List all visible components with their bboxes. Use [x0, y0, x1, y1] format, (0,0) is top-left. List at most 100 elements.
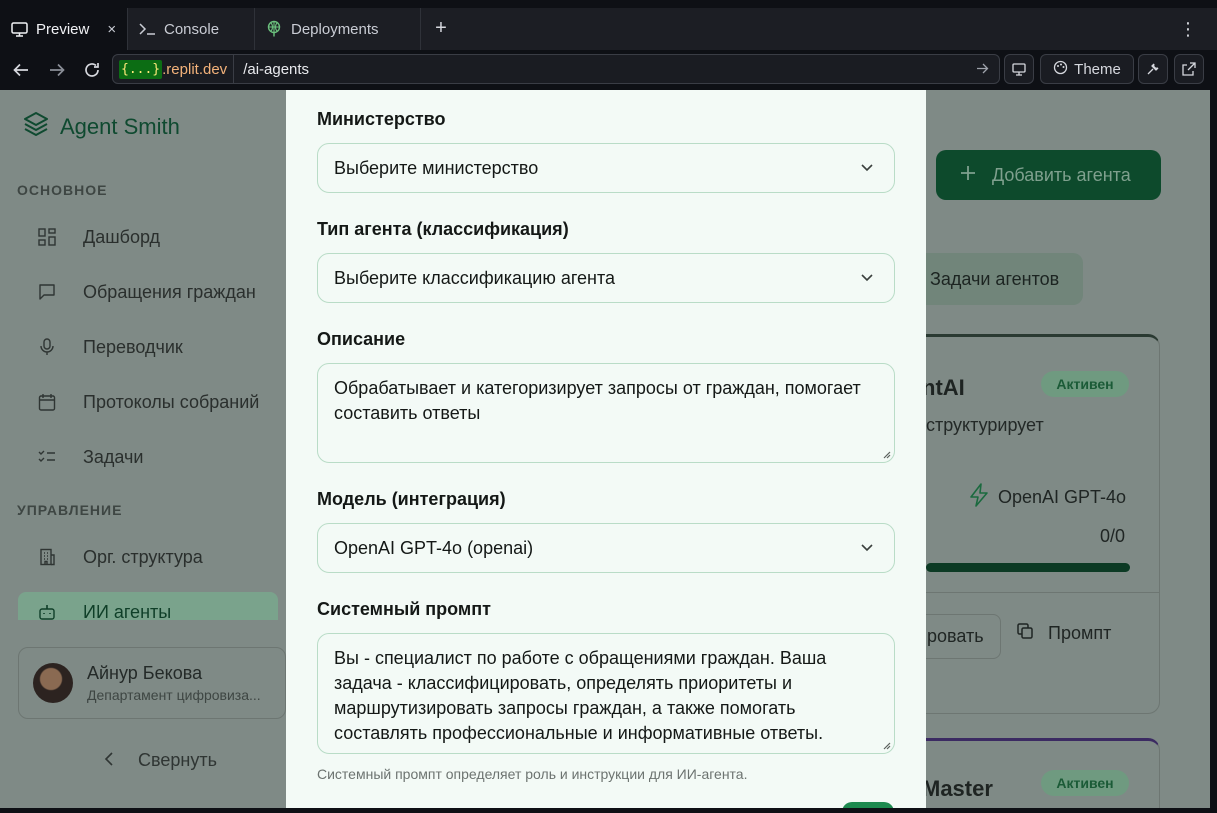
model-select[interactable]: OpenAI GPT-4o (openai)	[317, 523, 895, 573]
terminal-icon	[138, 20, 156, 38]
system-prompt-text: Вы - специалист по работе с обращениями …	[334, 648, 827, 743]
forward-arrow-icon[interactable]	[44, 57, 70, 83]
device-icon[interactable]	[1004, 54, 1034, 84]
agent-card-title: ntAI	[922, 375, 965, 400]
theme-button[interactable]: Theme	[1040, 54, 1134, 84]
description-text: Обрабатывает и категоризирует запросы от…	[334, 378, 861, 423]
app-viewport: Agent Smith ОСНОВНОЕ Дашборд Обращения г…	[0, 90, 1210, 808]
agent-card-task-ratio: 0/0	[1100, 526, 1126, 546]
avatar	[33, 663, 73, 703]
ministry-label: Министерство	[317, 109, 446, 129]
collapse-sidebar-button[interactable]: Свернуть	[104, 750, 217, 771]
agent-type-select[interactable]: Выберите классификацию агента	[317, 253, 895, 303]
checklist-icon	[37, 447, 57, 467]
palette-icon	[1053, 60, 1068, 79]
close-tab-icon[interactable]: ×	[107, 21, 116, 38]
tab-preview[interactable]: Preview ×	[0, 8, 128, 50]
tab-label: Deployments	[291, 20, 379, 38]
reload-icon[interactable]	[79, 57, 105, 83]
status-badge: Активен	[1041, 770, 1129, 796]
description-textarea[interactable]: Обрабатывает и категоризирует запросы от…	[317, 363, 895, 463]
ministry-select[interactable]: Выберите министерство	[317, 143, 895, 193]
agent-card-title: Master	[922, 776, 993, 801]
window-edge	[0, 808, 1217, 813]
system-prompt-hint: Системный промпт определяет роль и инстр…	[317, 766, 748, 782]
sidebar-item-label: Протоколы собраний	[83, 391, 260, 412]
bot-icon	[37, 602, 57, 622]
more-menu-icon[interactable]: ⋮	[1179, 18, 1197, 40]
sidebar-item-label: Задачи	[83, 446, 144, 467]
calendar-icon	[37, 392, 57, 412]
user-name: Айнур Бекова	[87, 663, 203, 683]
sidebar-item-label: Орг. структура	[83, 546, 203, 567]
system-prompt-label: Системный промпт	[317, 599, 491, 619]
layers-icon	[22, 110, 50, 144]
sidebar-item-appeals[interactable]: Обращения граждан	[18, 272, 278, 312]
sidebar: Agent Smith ОСНОВНОЕ Дашборд Обращения г…	[0, 90, 286, 808]
chevron-down-icon	[858, 158, 876, 176]
user-department: Департамент цифровиза...	[87, 687, 261, 703]
message-icon	[37, 282, 57, 302]
sidebar-item-meetings[interactable]: Протоколы собраний	[18, 382, 278, 422]
ministry-select-value: Выберите министерство	[334, 157, 539, 178]
sidebar-item-tasks[interactable]: Задачи	[18, 437, 278, 477]
model-label: Модель (интеграция)	[317, 489, 506, 509]
deploy-icon	[265, 20, 283, 38]
chevron-down-icon	[858, 268, 876, 286]
agent-type-select-value: Выберите классификацию агента	[334, 267, 616, 288]
chevron-left-icon	[104, 750, 114, 771]
wrench-icon[interactable]	[1138, 54, 1168, 84]
window-edge	[1210, 90, 1217, 813]
sidebar-item-label: Обращения граждан	[83, 281, 256, 302]
section-manage-heading: УПРАВЛЕНИЕ	[17, 502, 123, 518]
tab-agent-tasks[interactable]: Задачи агентов	[912, 253, 1083, 305]
divider	[926, 592, 1160, 593]
agent-card-description: структурирует	[926, 415, 1044, 435]
go-arrow-icon[interactable]	[977, 61, 989, 77]
monitor-icon	[10, 20, 28, 38]
prompt-button[interactable]: Промпт	[1016, 622, 1111, 645]
agent-form-modal: Министерство Выберите министерство Тип а…	[286, 90, 926, 808]
agent-card-model-label: OpenAI GPT-4o	[998, 487, 1127, 507]
agent-card-model: OpenAI GPT-4o	[968, 483, 1126, 512]
url-domain: .replit.dev	[162, 60, 228, 78]
theme-label: Theme	[1074, 60, 1121, 78]
url-host: {...} .replit.dev	[113, 55, 235, 83]
chevron-down-icon	[858, 538, 876, 556]
sidebar-item-translator[interactable]: Переводчик	[18, 327, 278, 367]
section-main-heading: ОСНОВНОЕ	[17, 182, 108, 198]
sidebar-scroll-fade	[0, 620, 286, 640]
system-prompt-textarea[interactable]: Вы - специалист по работе с обращениями …	[317, 633, 895, 754]
microphone-icon	[37, 337, 57, 357]
url-badge: {...}	[119, 59, 163, 79]
resize-grip-icon[interactable]	[881, 740, 891, 750]
address-row: {...} .replit.dev /ai-agents Theme	[0, 50, 1217, 90]
tab-console[interactable]: Console	[128, 8, 255, 50]
sidebar-item-label: Дашборд	[83, 226, 161, 247]
status-badge: Активен	[1041, 371, 1129, 397]
tab-label: Preview	[36, 20, 90, 38]
user-info: Айнур Бекова Департамент цифровиза...	[87, 663, 261, 703]
new-tab-button[interactable]: +	[430, 17, 452, 39]
user-profile-card[interactable]: Айнур Бекова Департамент цифровиза...	[18, 647, 286, 719]
sidebar-item-dashboard[interactable]: Дашборд	[18, 217, 278, 257]
resize-grip-icon[interactable]	[881, 449, 891, 459]
url-bar[interactable]: {...} .replit.dev /ai-agents	[112, 54, 1000, 84]
plus-icon	[960, 165, 976, 186]
collapse-label: Свернуть	[138, 750, 217, 770]
grid-icon	[37, 227, 57, 247]
url-path[interactable]: /ai-agents	[234, 61, 977, 78]
add-agent-button[interactable]: Добавить агента	[936, 150, 1161, 200]
tab-deployments[interactable]: Deployments	[255, 8, 421, 50]
sidebar-item-org-structure[interactable]: Орг. структура	[18, 537, 278, 577]
lightning-icon	[968, 483, 990, 512]
sidebar-item-label: Переводчик	[83, 336, 183, 357]
add-agent-label: Добавить агента	[992, 164, 1131, 185]
external-link-icon[interactable]	[1174, 54, 1204, 84]
back-arrow-icon[interactable]	[8, 57, 34, 83]
tab-label: Console	[164, 20, 220, 38]
description-label: Описание	[317, 329, 406, 349]
browser-window: Preview × Console Deployments + ⋮ {...} …	[0, 0, 1217, 813]
copy-icon	[1016, 622, 1034, 645]
app-logo[interactable]: Agent Smith	[22, 110, 180, 144]
